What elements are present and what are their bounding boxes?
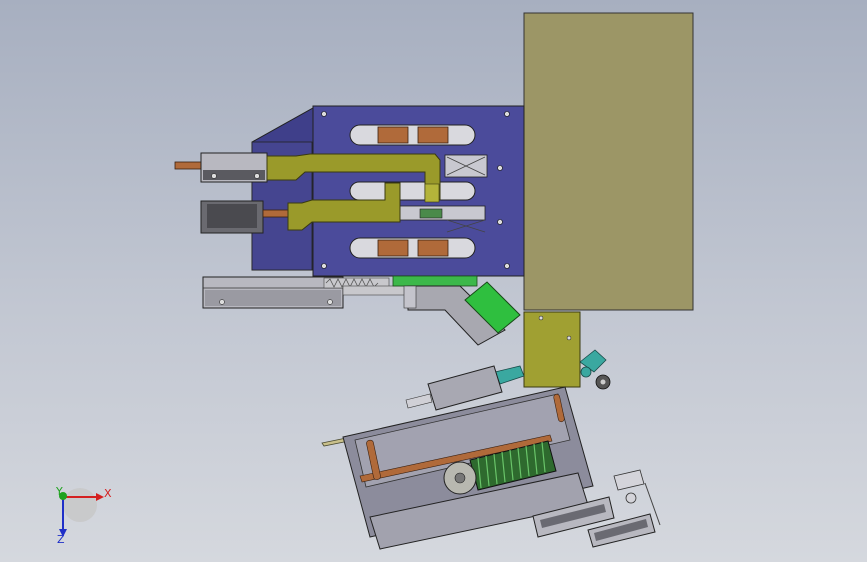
upper-cylinder[interactable]: [174, 152, 268, 183]
angled-bracket[interactable]: [403, 281, 521, 346]
cad-viewport[interactable]: X Y Z: [0, 0, 867, 562]
z-axis-label: Z: [57, 533, 65, 546]
slot-bottom: [349, 237, 476, 259]
arm-link: [424, 183, 440, 203]
bottom-clamp[interactable]: [202, 276, 411, 309]
green-bar: [392, 275, 478, 287]
assembly-drawing: X Y Z: [55, 12, 694, 550]
slot-middle: [349, 181, 476, 201]
x-axis-label: X: [104, 487, 112, 500]
olive-cabinet[interactable]: [523, 12, 694, 311]
mount-plate[interactable]: [523, 311, 581, 388]
coordinate-triad-icon: X Y Z: [55, 485, 112, 546]
slot-top: [349, 124, 476, 146]
feed-cylinder[interactable]: [405, 365, 503, 411]
y-axis-label: Y: [55, 485, 63, 498]
